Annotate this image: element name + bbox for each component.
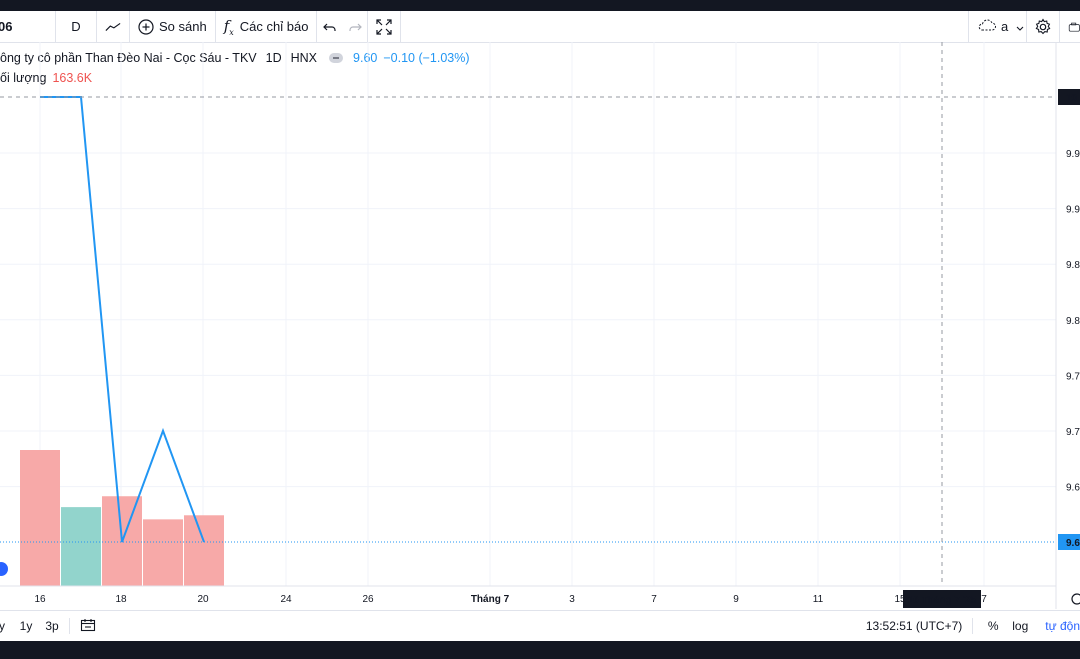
percent-toggle[interactable]: %: [983, 619, 1003, 633]
time-tick-label: 26: [362, 594, 374, 605]
time-tick-label: Tháng 7: [471, 594, 510, 605]
price-tick-label: 9.7: [1066, 371, 1080, 382]
time-tick-label: 7: [651, 594, 657, 605]
range-button[interactable]: 3p: [41, 619, 63, 633]
price-tick-label: 9.8: [1066, 260, 1080, 271]
price-tick-label: 9.6: [1066, 483, 1080, 494]
volume-bar: [184, 515, 224, 586]
volume-bar: [20, 450, 60, 586]
range-button[interactable]: y: [0, 619, 15, 633]
divider: [69, 618, 70, 634]
time-tick-label: 20: [197, 594, 209, 605]
log-toggle[interactable]: log: [1009, 619, 1031, 633]
time-tick-label: 9: [733, 594, 739, 605]
last-price-badge-label: 9.6: [1066, 538, 1080, 549]
crosshair-date-label: 16 Tháng 7 '25: [908, 595, 977, 606]
scroll-to-realtime-icon: [0, 562, 8, 576]
chart-grid: [0, 42, 1056, 586]
price-tick-label: 9.9: [1066, 149, 1080, 160]
time-tick-label: 18: [115, 594, 127, 605]
auto-scale-toggle[interactable]: tự độn: [1045, 619, 1080, 633]
time-tick-label: 3: [569, 594, 575, 605]
price-tick-label: 9.9: [1066, 205, 1080, 216]
divider: [972, 618, 974, 634]
goto-date-icon[interactable]: [80, 618, 96, 635]
bottom-bar: y 1y 3p 13:52:51 (UTC+7) % log tự độn: [0, 610, 1080, 641]
time-tick-label: 24: [280, 594, 292, 605]
range-button[interactable]: 1y: [15, 619, 37, 633]
clock[interactable]: 13:52:51 (UTC+7): [866, 619, 962, 633]
price-chart[interactable]: 9.9 9.9 9.8 9.8 9.7 9.7 9.6 16 18 20 24 26 Tháng 7 3 7…: [0, 11, 1080, 641]
price-series: [0, 42, 1056, 586]
price-tick-label: 9.8: [1066, 316, 1080, 327]
axis-settings-gear-icon: [1071, 593, 1080, 605]
time-tick-label: 16: [34, 594, 46, 605]
time-tick-label: 11: [813, 594, 824, 605]
volume-bars: [20, 450, 224, 586]
crosshair-price-label: 10.: [1066, 93, 1080, 104]
volume-bar: [61, 507, 101, 586]
volume-bar: [143, 519, 183, 586]
time-tick-label: 7: [981, 594, 987, 605]
chart-window: 06 D So sánh fx Các chỉ báo a ông ty cô …: [0, 11, 1080, 641]
price-tick-label: 9.7: [1066, 427, 1080, 438]
